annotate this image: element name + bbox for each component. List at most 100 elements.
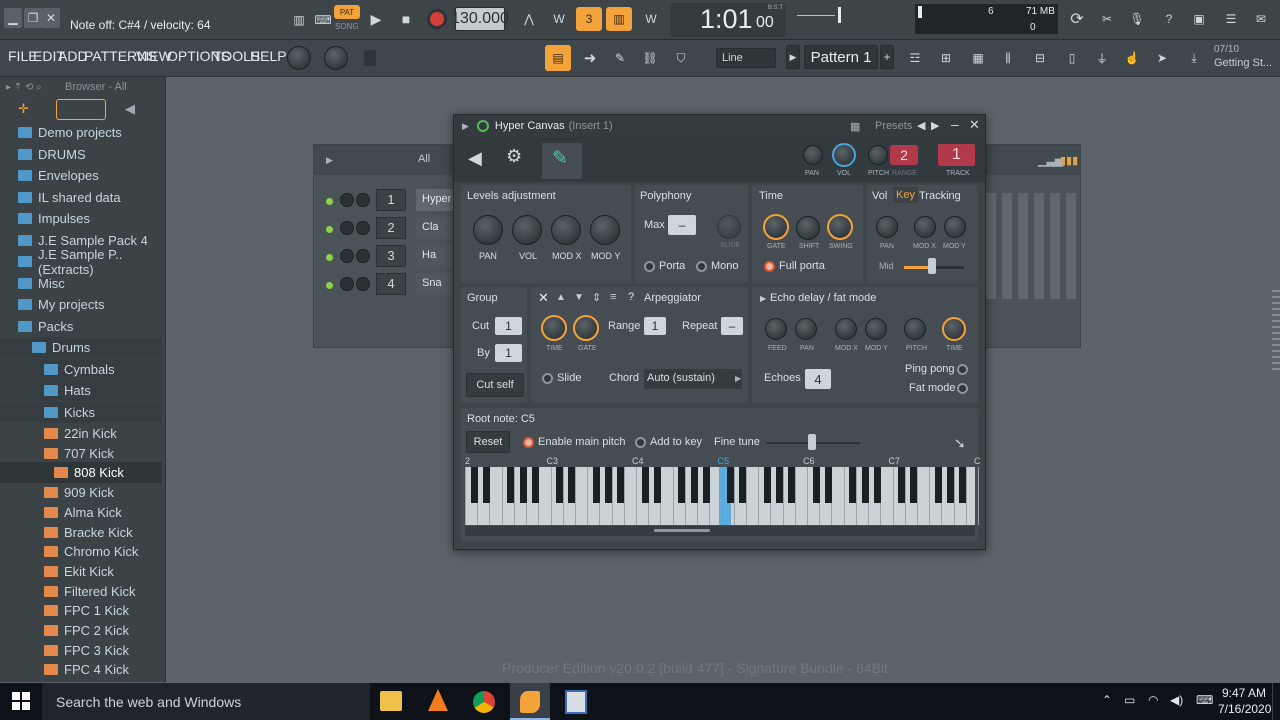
slide-knob[interactable] xyxy=(717,215,741,239)
pattern-prev-icon[interactable]: ▶ xyxy=(786,45,800,69)
black-key[interactable] xyxy=(873,467,881,503)
snap-select[interactable]: Line xyxy=(716,48,776,68)
stamp-icon[interactable]: ⛉ xyxy=(669,45,693,71)
restore-icon[interactable]: ❐ xyxy=(24,8,42,28)
browser-folder-button[interactable] xyxy=(56,99,106,120)
black-key[interactable] xyxy=(678,467,686,503)
cut-self-button[interactable]: Cut self xyxy=(466,373,524,397)
wait-icon[interactable]: W xyxy=(546,7,572,31)
browser-item[interactable]: Filtered Kick xyxy=(0,581,162,602)
master-volume-knob[interactable] xyxy=(287,46,311,70)
arp-up-icon[interactable]: ▲ xyxy=(556,292,566,303)
mic-icon[interactable]: 🎙 xyxy=(1126,7,1148,31)
news-text[interactable]: Getting St... xyxy=(1214,57,1278,69)
tracking-pan-knob[interactable] xyxy=(876,216,898,238)
channel-vol-knob[interactable] xyxy=(340,249,354,263)
black-key[interactable] xyxy=(482,467,490,503)
shift-knob[interactable] xyxy=(796,216,820,240)
cut-icon[interactable]: ✂ xyxy=(1096,7,1118,31)
white-key[interactable] xyxy=(843,467,845,525)
channel-pan-knob[interactable] xyxy=(356,277,370,291)
browser-item[interactable]: Demo projects xyxy=(0,122,162,143)
file-explorer-icon[interactable] xyxy=(380,691,402,711)
white-key[interactable] xyxy=(501,467,503,525)
mute-led[interactable] xyxy=(326,254,333,261)
speaker-icon[interactable]: ◀ xyxy=(125,101,135,117)
browser-item[interactable]: Chromo Kick xyxy=(0,541,162,562)
plug-icon[interactable]: ⏚ xyxy=(1090,45,1114,71)
windows-start-icon[interactable] xyxy=(12,692,30,710)
arp-gate-knob[interactable] xyxy=(573,315,599,341)
tab-tracking[interactable]: Tracking xyxy=(919,190,961,202)
echo-modx-knob[interactable] xyxy=(835,318,857,340)
black-key[interactable] xyxy=(617,467,625,503)
pan-knob[interactable] xyxy=(803,145,823,165)
step-view-icon[interactable]: ▮▮▮ xyxy=(1060,154,1078,167)
black-key[interactable] xyxy=(470,467,478,503)
pitch-slider[interactable] xyxy=(797,15,835,16)
channel-vol-knob[interactable] xyxy=(340,277,354,291)
metronome-icon[interactable]: ⋀ xyxy=(516,7,542,31)
pitch-fader[interactable] xyxy=(364,50,376,66)
arp-range-spin[interactable]: 1 xyxy=(644,317,666,335)
show-desktop[interactable] xyxy=(1272,683,1280,720)
browser-item[interactable]: FPC 2 Kick xyxy=(0,620,162,641)
browser-item[interactable]: Kicks xyxy=(0,401,162,423)
plugin-menu-arrow-icon[interactable]: ▶ xyxy=(462,121,469,132)
black-key[interactable] xyxy=(727,467,735,503)
browser-item[interactable]: Envelopes xyxy=(0,165,162,186)
black-key[interactable] xyxy=(763,467,771,503)
browser-nav-icons[interactable]: ▸ ⇡ ⟲ ⌕ xyxy=(6,82,42,93)
mono-radio[interactable] xyxy=(696,261,707,272)
tab-vol[interactable]: Vol xyxy=(872,190,887,202)
black-key[interactable] xyxy=(849,467,857,503)
white-key[interactable] xyxy=(672,467,674,525)
echo-feed-knob[interactable] xyxy=(765,318,787,340)
loop-record-icon[interactable]: W xyxy=(638,7,664,31)
tracking-modx-knob[interactable] xyxy=(914,216,936,238)
record-icon[interactable] xyxy=(427,9,447,29)
black-key[interactable] xyxy=(739,467,747,503)
black-key[interactable] xyxy=(605,467,613,503)
echo-time-knob[interactable] xyxy=(942,317,966,341)
track-value[interactable]: 1 xyxy=(938,144,975,166)
touch-icon[interactable]: ☝ xyxy=(1120,45,1144,71)
white-key[interactable] xyxy=(550,467,552,525)
tempo-display[interactable]: 130.000 xyxy=(451,7,509,31)
keyboard-scrollbar[interactable] xyxy=(465,526,975,536)
browser-item[interactable]: FPC 3 Kick xyxy=(0,640,162,661)
wifi-icon[interactable]: ◠ xyxy=(1148,693,1158,707)
fl-studio-icon[interactable] xyxy=(520,691,540,713)
browser-item[interactable]: J.E Sample P..(Extracts) xyxy=(0,247,162,277)
browser-item[interactable]: Alma Kick xyxy=(0,502,162,523)
stop-icon[interactable]: ■ xyxy=(394,8,418,30)
preset-prev-icon[interactable]: ◀ xyxy=(917,119,925,132)
minimize-icon[interactable]: – xyxy=(951,116,959,132)
app-icon[interactable] xyxy=(565,690,587,714)
browser-item[interactable]: IL shared data xyxy=(0,187,162,208)
black-key[interactable] xyxy=(959,467,967,503)
cut-spin[interactable]: 1 xyxy=(495,317,522,335)
black-key[interactable] xyxy=(934,467,942,503)
browser-icon[interactable]: ⊟ xyxy=(1028,45,1052,71)
step-grid[interactable] xyxy=(986,193,1076,299)
channel-number[interactable]: 3 xyxy=(376,245,406,267)
mute-led[interactable] xyxy=(326,198,333,205)
browser-item[interactable]: 909 Kick xyxy=(0,482,162,503)
channel-pan-knob[interactable] xyxy=(356,221,370,235)
echo-pitch-knob[interactable] xyxy=(904,318,926,340)
close-icon[interactable]: ✕ xyxy=(42,8,60,28)
black-key[interactable] xyxy=(776,467,784,503)
black-key[interactable] xyxy=(531,467,539,503)
browser-all-icon[interactable]: ✛ xyxy=(18,101,29,117)
white-key[interactable] xyxy=(587,467,589,525)
black-key[interactable] xyxy=(690,467,698,503)
tray-chevron-icon[interactable]: ⌃ xyxy=(1102,693,1112,707)
grid-icon[interactable]: ▦ xyxy=(850,120,860,133)
browser-item[interactable]: DRUMS xyxy=(0,144,162,165)
black-key[interactable] xyxy=(898,467,906,503)
channel-pan-knob[interactable] xyxy=(356,193,370,207)
white-key[interactable] xyxy=(465,467,466,525)
browser-item[interactable]: 22in Kick xyxy=(0,423,162,444)
help-icon[interactable]: ? xyxy=(1158,7,1180,31)
